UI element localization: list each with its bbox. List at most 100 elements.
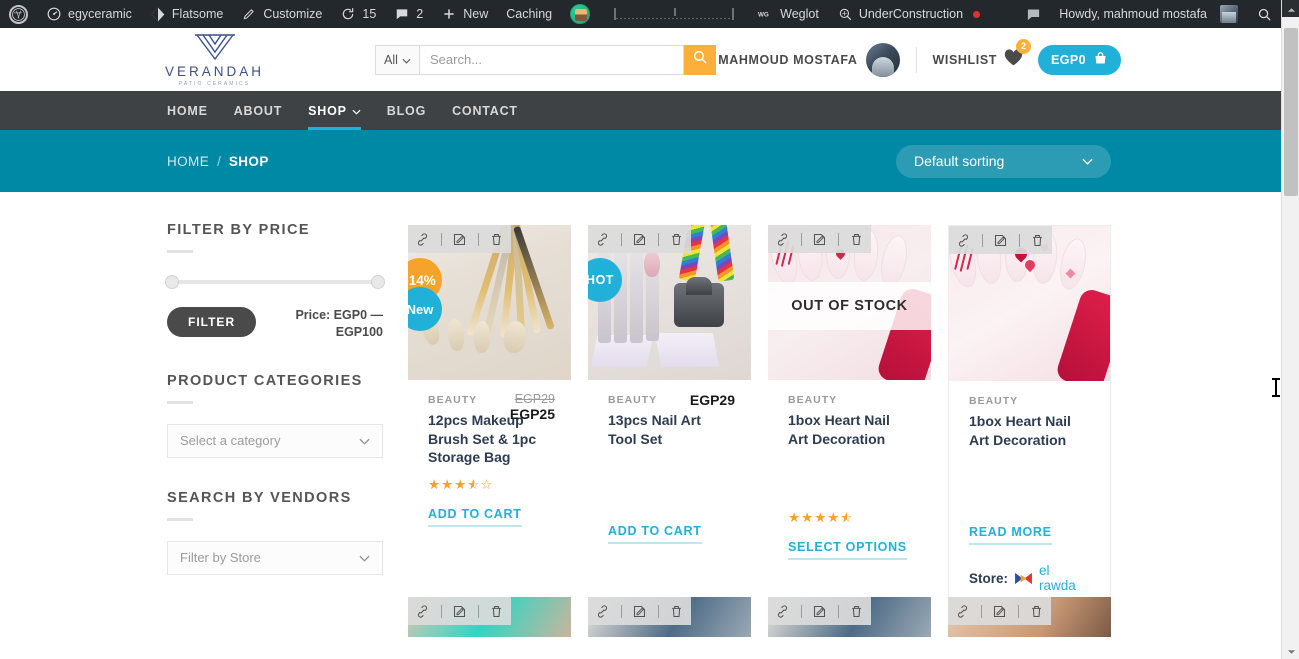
trash-icon[interactable] <box>666 600 688 622</box>
site-logo[interactable]: VERANDAH PATIO CERAMICS <box>165 32 262 87</box>
scrollbar-thumb[interactable] <box>1284 28 1298 196</box>
link-icon[interactable] <box>412 228 434 250</box>
product-title[interactable]: 1box Heart Nail Art Decoration <box>788 411 911 448</box>
dashboard-icon <box>46 6 62 22</box>
adminbar-item-new[interactable]: New <box>432 0 497 28</box>
edit-icon[interactable] <box>989 600 1011 622</box>
link-icon[interactable] <box>592 228 614 250</box>
adminbar-item-underconstruction[interactable]: UnderConstruction <box>828 0 989 28</box>
adminbar-item-flatsome[interactable]: Flatsome <box>141 0 232 28</box>
slider-handle-max[interactable] <box>371 275 385 289</box>
trash-icon[interactable] <box>846 600 868 622</box>
store-name[interactable]: el rawda <box>1039 563 1090 593</box>
underconstruction-status-dot <box>973 10 981 18</box>
search-submit-button[interactable] <box>684 44 716 75</box>
adminbar-search-button[interactable] <box>1247 0 1281 28</box>
adminbar-item-comments[interactable]: 2 <box>385 0 432 28</box>
trash-icon[interactable] <box>1027 229 1049 251</box>
nav-item-shop[interactable]: SHOP <box>295 91 374 130</box>
out-of-stock-overlay: OUT OF STOCK <box>768 282 931 330</box>
store-select[interactable]: Filter by Store <box>167 540 383 575</box>
wishlist-label: WISHLIST <box>932 52 998 67</box>
divider <box>800 604 802 618</box>
trash-icon[interactable] <box>486 600 508 622</box>
link-icon[interactable] <box>952 600 974 622</box>
divider <box>657 232 659 246</box>
edit-icon[interactable] <box>809 228 831 250</box>
product-admin-actions <box>948 597 1051 625</box>
trash-icon[interactable] <box>666 228 688 250</box>
product-card[interactable]: -14% New BEAUTY 12pcs Makeup Brush Set &… <box>408 225 571 637</box>
breadcrumb-home[interactable]: HOME <box>167 154 209 169</box>
product-category[interactable]: BEAUTY <box>969 395 1090 407</box>
product-card[interactable] <box>408 597 571 637</box>
edit-icon[interactable] <box>629 600 651 622</box>
product-price: EGP29 <box>690 392 735 408</box>
trash-icon[interactable] <box>846 228 868 250</box>
product-image[interactable]: -14% New <box>408 225 571 380</box>
edit-icon[interactable] <box>449 600 471 622</box>
page-scrollbar[interactable] <box>1281 0 1299 659</box>
product-title[interactable]: 13pcs Nail Art Tool Set <box>608 411 731 448</box>
adminbar-notifications[interactable] <box>1016 0 1050 28</box>
product-category[interactable]: BEAUTY <box>788 394 911 406</box>
slider-handle-min[interactable] <box>165 275 179 289</box>
price-range-text: Price: EGP0 — EGP100 <box>295 308 383 339</box>
account-link[interactable]: MAHMOUD MOSTAFA <box>718 42 900 77</box>
adminbar-label-flatsome: Flatsome <box>171 7 224 21</box>
edit-icon[interactable] <box>990 229 1012 251</box>
add-to-cart-button[interactable]: ADD TO CART <box>428 507 522 527</box>
adminbar-slider-control[interactable] <box>599 0 749 28</box>
product-image[interactable]: HOT <box>588 225 751 380</box>
adminbar-wp-logo[interactable] <box>0 0 37 28</box>
trash-icon[interactable] <box>486 228 508 250</box>
product-title[interactable]: 1box Heart Nail Art Decoration <box>969 412 1090 449</box>
adminbar-item-updates[interactable]: 15 <box>331 0 385 28</box>
edit-icon[interactable] <box>449 228 471 250</box>
price-range-slider[interactable] <box>165 275 385 289</box>
link-icon[interactable] <box>412 600 434 622</box>
trash-icon[interactable] <box>1026 600 1048 622</box>
edit-icon[interactable] <box>809 600 831 622</box>
wishlist-link[interactable]: WISHLIST 2 <box>932 38 1032 72</box>
link-icon[interactable] <box>772 228 794 250</box>
product-card[interactable]: OUT OF STOCK BEAUTY 1box Heart Nail Art … <box>768 225 931 637</box>
product-card[interactable] <box>768 597 931 637</box>
chevron-down-icon <box>1082 152 1093 170</box>
adminbar-item-site[interactable]: egyceramic <box>37 0 141 28</box>
link-icon[interactable] <box>953 229 975 251</box>
nav-item-home[interactable]: HOME <box>167 91 221 130</box>
nav-item-blog[interactable]: BLOG <box>374 91 439 130</box>
nav-label-blog: BLOG <box>386 103 427 118</box>
product-card[interactable]: BEAUTY 1box Heart Nail Art Decoration RE… <box>948 225 1111 637</box>
main-navigation: HOME ABOUT SHOP BLOG CONTACT <box>0 91 1281 130</box>
adminbar-green-avatar-item[interactable] <box>561 0 599 28</box>
nav-item-about[interactable]: ABOUT <box>221 91 295 130</box>
product-card[interactable] <box>948 597 1111 637</box>
product-card[interactable] <box>588 597 751 637</box>
link-icon[interactable] <box>592 600 614 622</box>
product-card[interactable]: HOT BEAUTY 13pcs Nail Art Tool Set EGP29… <box>588 225 751 637</box>
scroll-down-button[interactable] <box>1282 642 1299 659</box>
sorting-select[interactable]: Default sorting <box>896 144 1111 178</box>
adminbar-item-customize[interactable]: Customize <box>232 0 331 28</box>
adminbar-howdy[interactable]: Howdy, mahmoud mostafa <box>1050 0 1247 28</box>
adminbar-item-caching[interactable]: Caching <box>497 0 561 28</box>
search-input[interactable] <box>419 44 684 75</box>
nav-item-contact[interactable]: CONTACT <box>439 91 531 130</box>
scroll-up-button[interactable] <box>1282 0 1299 17</box>
search-category-select[interactable]: All <box>375 44 419 75</box>
category-select[interactable]: Select a category <box>167 423 383 458</box>
filter-button[interactable]: FILTER <box>167 307 257 337</box>
link-icon[interactable] <box>772 600 794 622</box>
cart-button[interactable]: EGP0 <box>1038 44 1121 75</box>
product-image[interactable]: OUT OF STOCK <box>768 225 931 380</box>
adminbar-item-weglot[interactable]: WG Weglot <box>749 0 828 28</box>
product-image[interactable] <box>949 226 1110 381</box>
add-to-cart-button[interactable]: ADD TO CART <box>608 524 702 545</box>
nav-label-contact: CONTACT <box>452 103 518 118</box>
read-more-button[interactable]: READ MORE <box>969 525 1052 546</box>
weglot-icon: WG <box>758 6 774 22</box>
edit-icon[interactable] <box>629 228 651 250</box>
select-options-button[interactable]: SELECT OPTIONS <box>788 540 907 561</box>
